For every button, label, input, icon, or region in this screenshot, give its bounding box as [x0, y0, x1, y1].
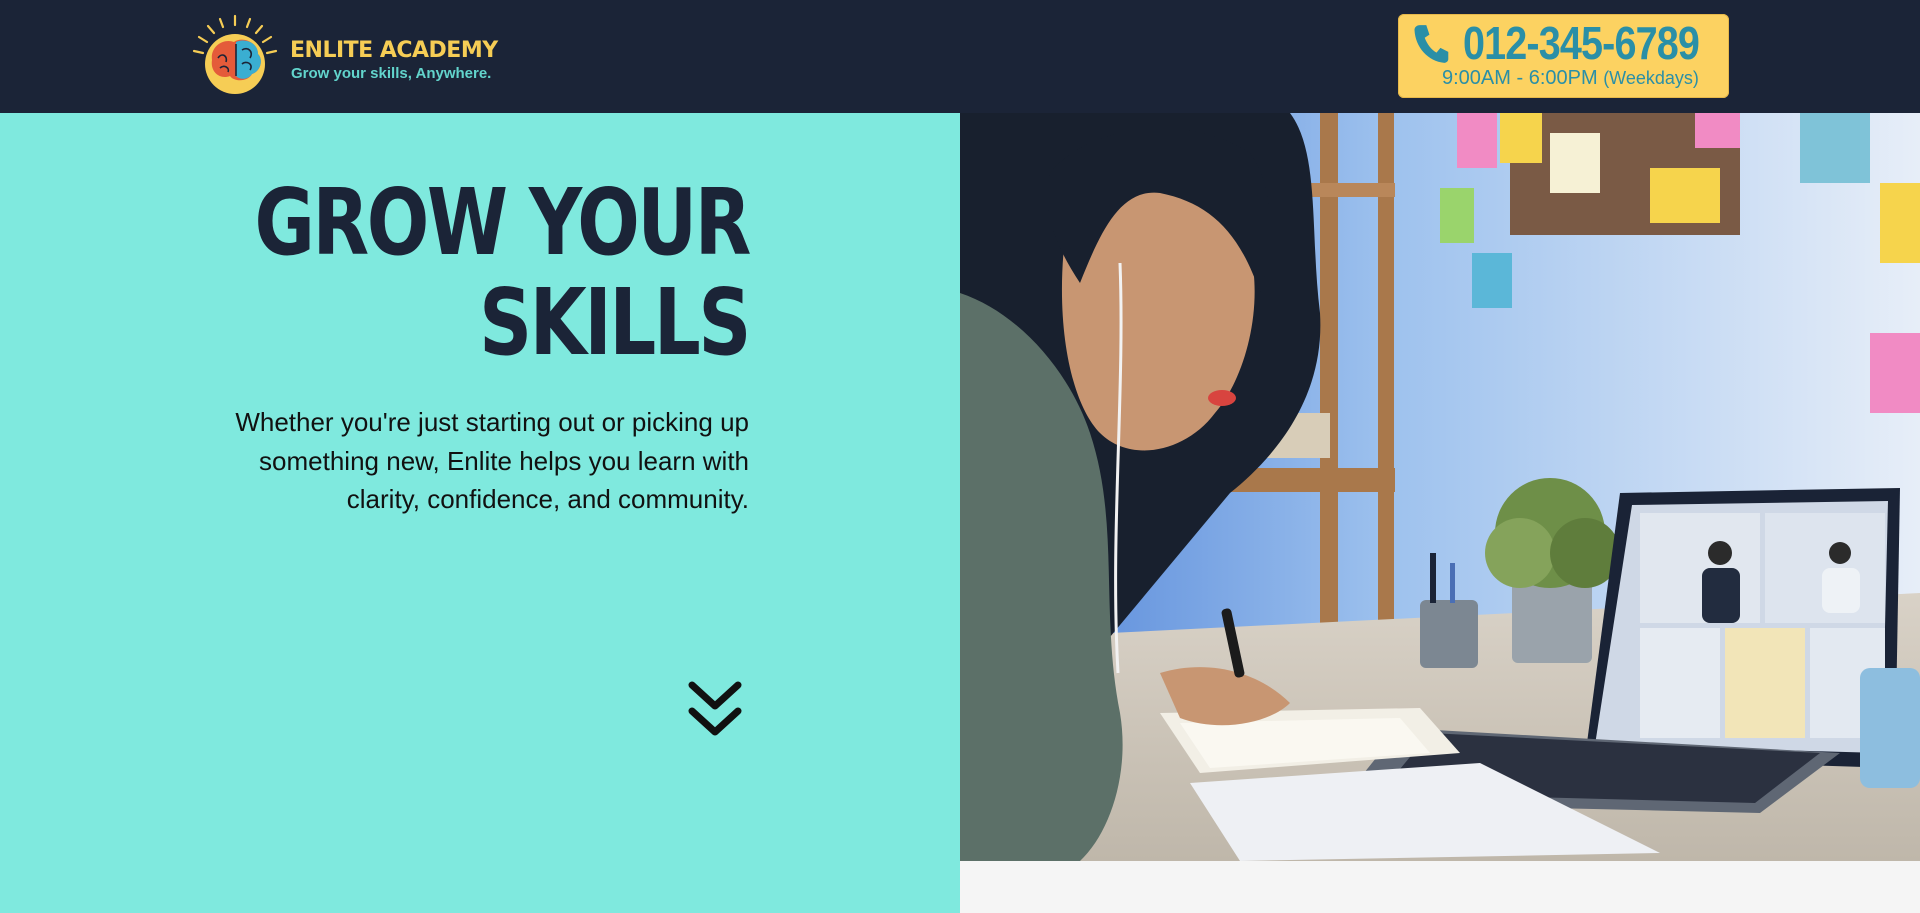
- phone-contact-box[interactable]: 012-345-6789 9:00AM - 6:00PM (Weekdays): [1398, 14, 1729, 98]
- double-chevron-down-icon[interactable]: [686, 679, 744, 741]
- brand-name[interactable]: ENLITE ACADEMY: [290, 38, 498, 63]
- woman-studying-photo-illustration: [960, 113, 1920, 861]
- hero-title-line1: GROW YOUR: [254, 169, 751, 276]
- hero-title: GROW YOUR SKILLS: [189, 173, 751, 376]
- brain-logo-icon[interactable]: [190, 14, 280, 96]
- phone-icon: [1414, 25, 1449, 63]
- hero-title-line2: SKILLS: [479, 269, 751, 376]
- phone-hours: 9:00AM - 6:00PM (Weekdays): [1442, 67, 1699, 90]
- hero-photo: [960, 113, 1920, 861]
- phone-number[interactable]: 012-345-6789: [1463, 16, 1700, 70]
- hours-note: (Weekdays): [1603, 68, 1699, 88]
- hero-text-panel: GROW YOUR SKILLS Whether you're just sta…: [0, 113, 960, 913]
- brand-tagline: Grow your skills, Anywhere.: [291, 65, 492, 82]
- hero-subtitle: Whether you're just starting out or pick…: [235, 407, 749, 514]
- page-background-strip: [960, 861, 1920, 913]
- hours-text: 9:00AM - 6:00PM: [1442, 67, 1598, 89]
- site-header: ENLITE ACADEMY Grow your skills, Anywher…: [0, 0, 1920, 113]
